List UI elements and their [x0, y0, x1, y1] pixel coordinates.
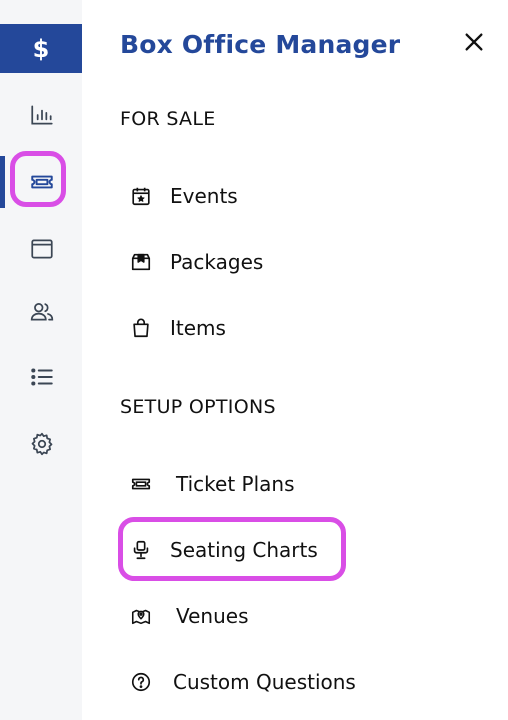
menu-item-events[interactable]: Events [120, 174, 238, 218]
rail-item-reports[interactable] [17, 90, 67, 140]
calendar-star-icon [128, 183, 154, 209]
menu-item-label: Packages [170, 250, 264, 274]
menu-item-label: Events [170, 184, 238, 208]
menu-item-items[interactable]: Items [120, 306, 226, 350]
gear-icon [31, 432, 53, 456]
section-label-setup-options: SETUP OPTIONS [120, 396, 276, 418]
rail-active-indicator [0, 156, 5, 208]
logo-dollar-icon[interactable]: $ [0, 24, 82, 73]
menu-item-ticket-plans[interactable]: Ticket Plans [120, 462, 295, 506]
ticket-icon [31, 175, 53, 189]
rail-item-website[interactable] [17, 224, 67, 274]
list-icon [31, 368, 53, 386]
menu-item-custom-questions[interactable]: Custom Questions [120, 660, 356, 704]
logo-symbol: $ [32, 34, 50, 63]
map-pin-icon [128, 603, 154, 629]
shopping-bag-icon [128, 315, 154, 341]
question-circle-icon [128, 669, 154, 695]
menu-item-seating-charts[interactable]: Seating Charts [120, 528, 318, 572]
rail-item-box-office[interactable] [17, 157, 67, 207]
users-icon [30, 303, 54, 321]
rail-item-customers[interactable] [17, 287, 67, 337]
menu-item-venues[interactable]: Venues [120, 594, 249, 638]
rail-item-lists[interactable] [17, 352, 67, 402]
menu-item-label: Seating Charts [170, 538, 318, 562]
rail-item-settings[interactable] [17, 419, 67, 469]
menu-item-packages[interactable]: Packages [120, 240, 263, 284]
menu-item-label: Ticket Plans [176, 472, 295, 496]
browser-window-icon [31, 239, 53, 259]
close-button[interactable] [458, 26, 490, 58]
package-icon [128, 249, 154, 275]
icon-rail: $ [0, 0, 82, 720]
menu-item-label: Custom Questions [173, 670, 356, 694]
panel-title: Box Office Manager [120, 30, 401, 59]
ticket-icon [128, 471, 154, 497]
menu-item-label: Venues [176, 604, 249, 628]
section-label-for-sale: FOR SALE [120, 108, 216, 130]
seat-icon [128, 537, 154, 563]
close-icon [465, 33, 483, 51]
menu-item-label: Items [170, 316, 226, 340]
bar-chart-icon [31, 105, 53, 125]
